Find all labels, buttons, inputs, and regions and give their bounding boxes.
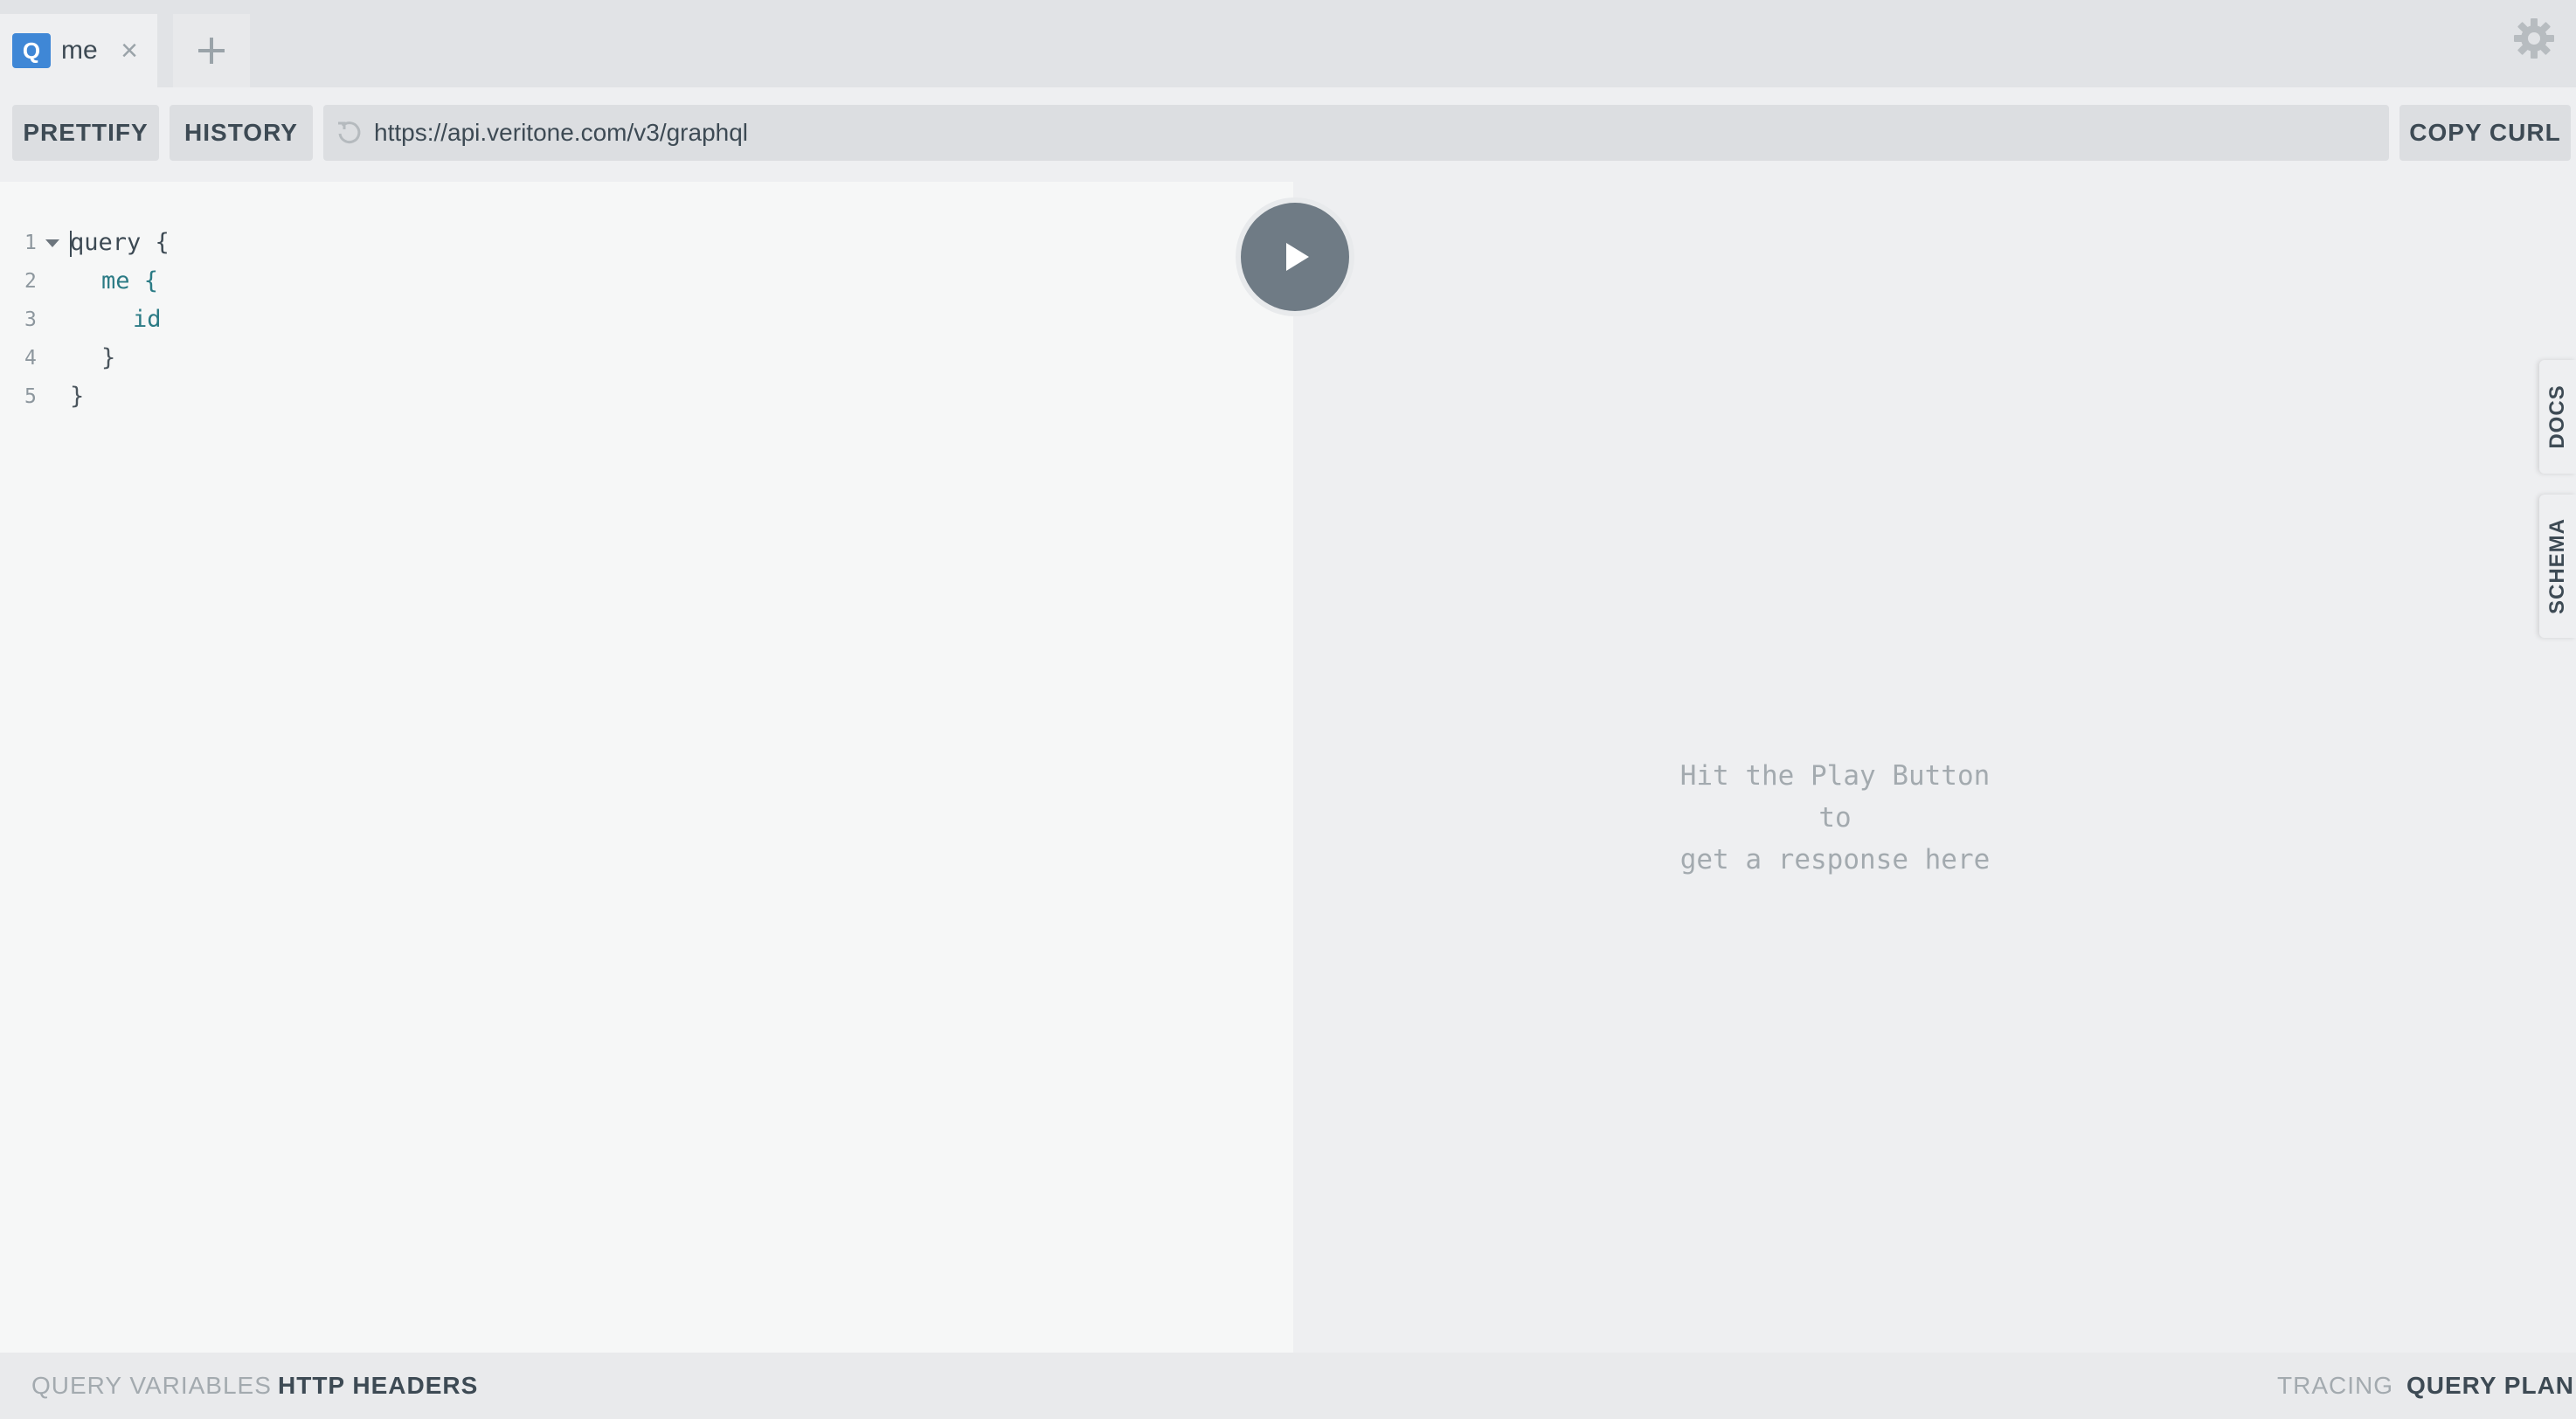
line-number: 5: [24, 385, 37, 408]
line-number: 1: [24, 232, 37, 254]
prettify-button[interactable]: PRETTIFY: [12, 105, 159, 161]
line-number: 4: [24, 347, 37, 370]
plus-icon: [198, 38, 225, 64]
tracing-tab[interactable]: TRACING: [2277, 1353, 2393, 1419]
play-icon: [1286, 243, 1309, 271]
gear-icon: [2514, 18, 2554, 59]
query-plan-tab[interactable]: QUERY PLAN: [2406, 1353, 2574, 1419]
query-editor[interactable]: 1 query { 2 me { 3 id 4 } 5 }: [0, 182, 1293, 1353]
endpoint-url-bar: [323, 105, 2389, 161]
query-tab-me[interactable]: Q me ×: [0, 14, 157, 87]
code-line: 1 query {: [0, 224, 1223, 262]
query-variables-tab[interactable]: QUERY VARIABLES: [31, 1353, 272, 1419]
line-number: 3: [24, 308, 37, 331]
settings-button[interactable]: [2511, 16, 2557, 61]
execute-query-button[interactable]: [1241, 203, 1349, 311]
code-text: }: [101, 344, 116, 371]
line-number: 2: [24, 270, 37, 293]
code-text: id: [133, 306, 162, 333]
close-tab-icon[interactable]: ×: [115, 33, 143, 68]
code-text: me {: [101, 267, 159, 294]
schema-tab[interactable]: SCHEMA: [2539, 495, 2576, 638]
add-tab-button[interactable]: [173, 14, 250, 87]
schema-tab-label: SCHEMA: [2545, 517, 2569, 615]
tab-bar: Q me ×: [0, 0, 2576, 87]
chevron-down-icon[interactable]: [45, 239, 59, 247]
result-pane: Hit the Play Button to get a response he…: [1293, 182, 2576, 1353]
placeholder-line: Hit the Play Button to: [1679, 760, 1991, 834]
docs-tab[interactable]: DOCS: [2539, 360, 2576, 474]
code-text: query {: [70, 229, 170, 256]
tab-label: me: [61, 36, 98, 65]
code-line: 4 }: [0, 339, 1223, 377]
code-line: 3 id: [0, 301, 1223, 339]
placeholder-line: get a response here: [1679, 844, 1991, 876]
result-placeholder: Hit the Play Button to get a response he…: [1660, 755, 2010, 881]
http-headers-tab[interactable]: HTTP HEADERS: [278, 1353, 478, 1419]
code-text: }: [70, 383, 85, 410]
toolbar: PRETTIFY HISTORY COPY CURL: [0, 87, 2576, 182]
endpoint-url-input[interactable]: [374, 105, 2375, 161]
editor-footer: QUERY VARIABLES HTTP HEADERS: [0, 1353, 1293, 1419]
text-cursor: [70, 231, 72, 257]
docs-tab-label: DOCS: [2545, 384, 2569, 449]
refresh-icon[interactable]: [336, 119, 364, 147]
code-line: 5 }: [0, 377, 1223, 416]
history-button[interactable]: HISTORY: [170, 105, 313, 161]
copy-curl-button[interactable]: COPY CURL: [2399, 105, 2571, 161]
query-badge: Q: [12, 33, 51, 68]
result-footer: TRACING QUERY PLAN: [1293, 1353, 2576, 1419]
code-line: 2 me {: [0, 262, 1223, 301]
